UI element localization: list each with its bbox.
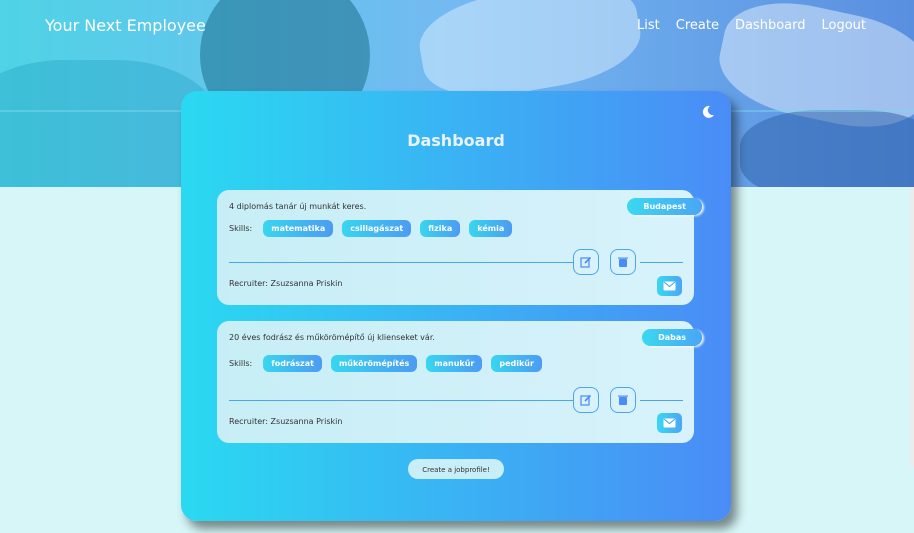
edit-button[interactable] bbox=[573, 249, 599, 275]
moon-icon[interactable] bbox=[701, 105, 715, 119]
mail-button[interactable] bbox=[657, 413, 682, 433]
skills-row: Skills: matematika csillagászat fizika k… bbox=[229, 220, 513, 237]
skill-tag: fodrászat bbox=[263, 355, 322, 372]
location-badge: Budapest bbox=[627, 198, 702, 215]
mail-button[interactable] bbox=[657, 276, 682, 296]
skill-tag: műkörömépítés bbox=[330, 355, 418, 372]
job-card: 4 diplomás tanár új munkát keres. Budape… bbox=[217, 190, 702, 305]
job-description: 20 éves fodrász és műkörömépítő új klien… bbox=[229, 333, 435, 342]
recruiter-label: Recruiter: Zsuzsanna Priskin bbox=[229, 279, 343, 288]
divider bbox=[640, 400, 683, 401]
skill-tag: matematika bbox=[263, 220, 334, 237]
skills-row: Skills: fodrászat műkörömépítés manukűr … bbox=[229, 355, 542, 372]
edit-icon bbox=[580, 394, 592, 406]
divider bbox=[640, 262, 683, 263]
recruiter-label: Recruiter: Zsuzsanna Priskin bbox=[229, 417, 343, 426]
delete-button[interactable] bbox=[610, 249, 636, 275]
divider bbox=[229, 400, 573, 401]
delete-button[interactable] bbox=[610, 387, 636, 413]
nav-link-create[interactable]: Create bbox=[676, 18, 719, 33]
nav-link-dashboard[interactable]: Dashboard bbox=[735, 18, 806, 33]
nav-link-list[interactable]: List bbox=[637, 18, 660, 33]
navbar: Your Next Employee List Create Dashboard… bbox=[0, 0, 914, 52]
job-card: 20 éves fodrász és műkörömépítő új klien… bbox=[217, 321, 702, 443]
trash-icon bbox=[618, 395, 628, 405]
mail-icon bbox=[663, 418, 676, 428]
edit-icon bbox=[580, 256, 592, 268]
scrollbar[interactable] bbox=[910, 187, 914, 467]
mail-icon bbox=[663, 281, 676, 291]
skill-tag: csillagászat bbox=[342, 220, 412, 237]
edit-button[interactable] bbox=[573, 387, 599, 413]
job-description: 4 diplomás tanár új munkát keres. bbox=[229, 202, 367, 211]
skill-tag: fizika bbox=[420, 220, 461, 237]
location-badge: Dabas bbox=[642, 329, 702, 346]
skill-tag: kémia bbox=[469, 220, 513, 237]
page-title: Dashboard bbox=[407, 131, 505, 150]
dashboard-panel: Dashboard 4 diplomás tanár új munkát ker… bbox=[181, 91, 731, 521]
skills-label: Skills: bbox=[229, 224, 253, 233]
trash-icon bbox=[618, 257, 628, 267]
skill-tag: manukűr bbox=[426, 355, 483, 372]
skills-label: Skills: bbox=[229, 359, 253, 368]
brand-title[interactable]: Your Next Employee bbox=[45, 16, 206, 35]
nav-links: List Create Dashboard Logout bbox=[637, 18, 866, 33]
divider bbox=[229, 262, 573, 263]
create-jobprofile-button[interactable]: Create a jobprofile! bbox=[408, 459, 504, 479]
nav-link-logout[interactable]: Logout bbox=[821, 18, 866, 33]
skill-tag: pedikűr bbox=[491, 355, 542, 372]
